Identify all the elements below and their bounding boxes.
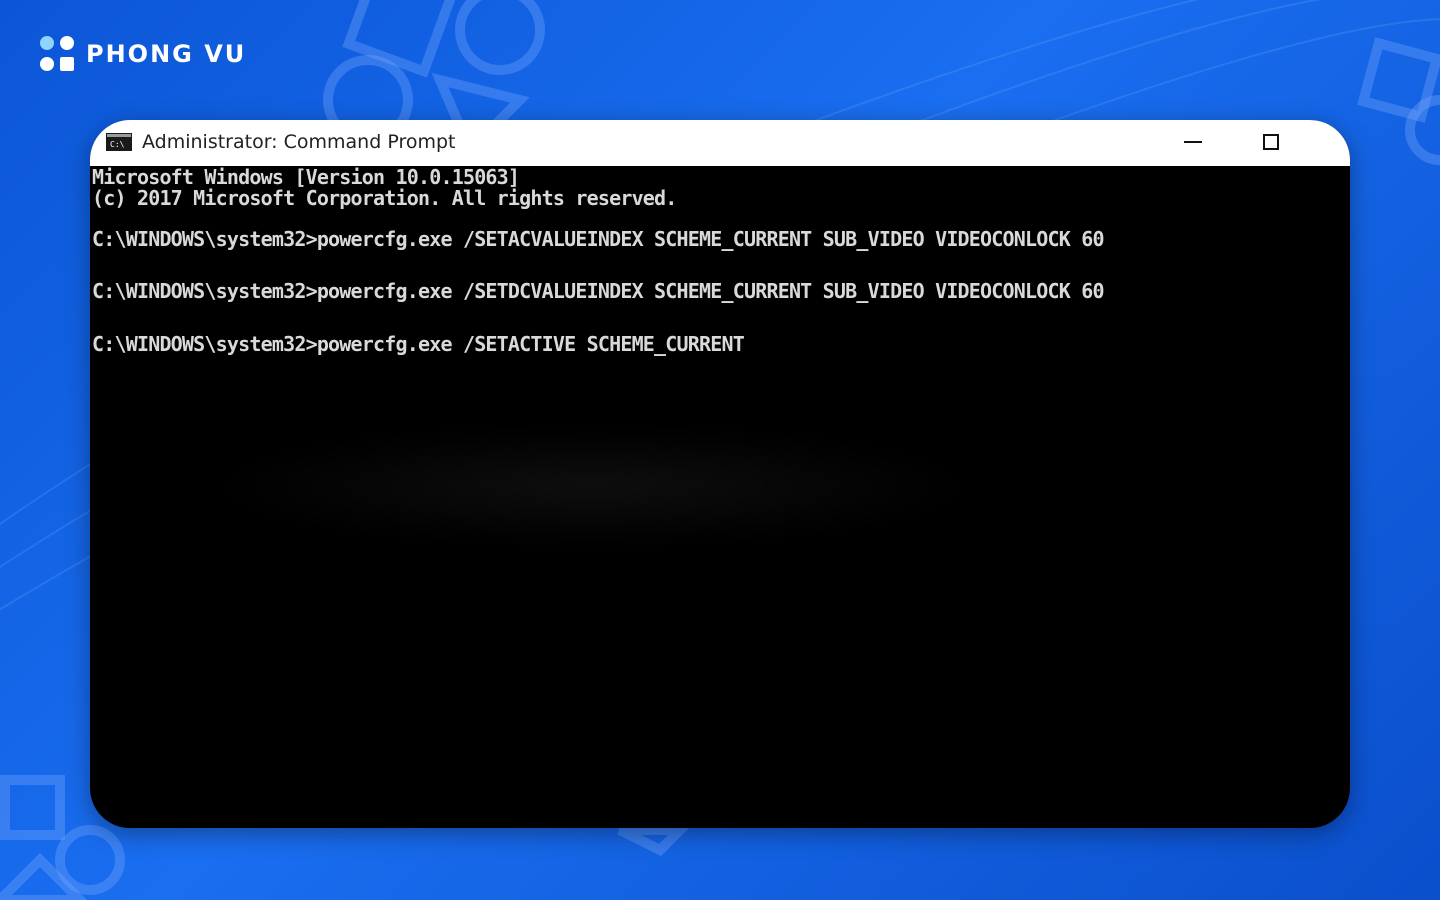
cmd-icon: C:\	[106, 133, 132, 151]
background-smudge	[212, 426, 972, 546]
svg-text:C:\: C:\	[110, 140, 125, 149]
console-line-copyright: (c) 2017 Microsoft Corporation. All righ…	[92, 186, 677, 210]
window-titlebar[interactable]: C:\ Administrator: Command Prompt	[90, 120, 1350, 166]
brand-name: PHONG VU	[86, 40, 247, 68]
brand-logo: PHONG VU	[38, 34, 246, 74]
console-line-command-ac: C:\WINDOWS\system32>powercfg.exe /SETACV…	[92, 227, 1105, 251]
command-prompt-window[interactable]: C:\ Administrator: Command Prompt Micros…	[90, 120, 1350, 828]
maximize-button[interactable]	[1241, 120, 1301, 164]
maximize-icon	[1263, 134, 1279, 150]
console-line-version: Microsoft Windows [Version 10.0.15063]	[92, 166, 520, 189]
console-output[interactable]: Microsoft Windows [Version 10.0.15063] (…	[92, 166, 1348, 826]
four-dots-logo-icon	[40, 36, 74, 71]
console-line-command-dc: C:\WINDOWS\system32>powercfg.exe /SETDCV…	[92, 279, 1105, 303]
minimize-icon	[1184, 141, 1202, 143]
console-line-command-setactive: C:\WINDOWS\system32>powercfg.exe /SETACT…	[92, 332, 745, 356]
minimize-button[interactable]	[1163, 120, 1223, 164]
window-title: Administrator: Command Prompt	[142, 131, 456, 153]
